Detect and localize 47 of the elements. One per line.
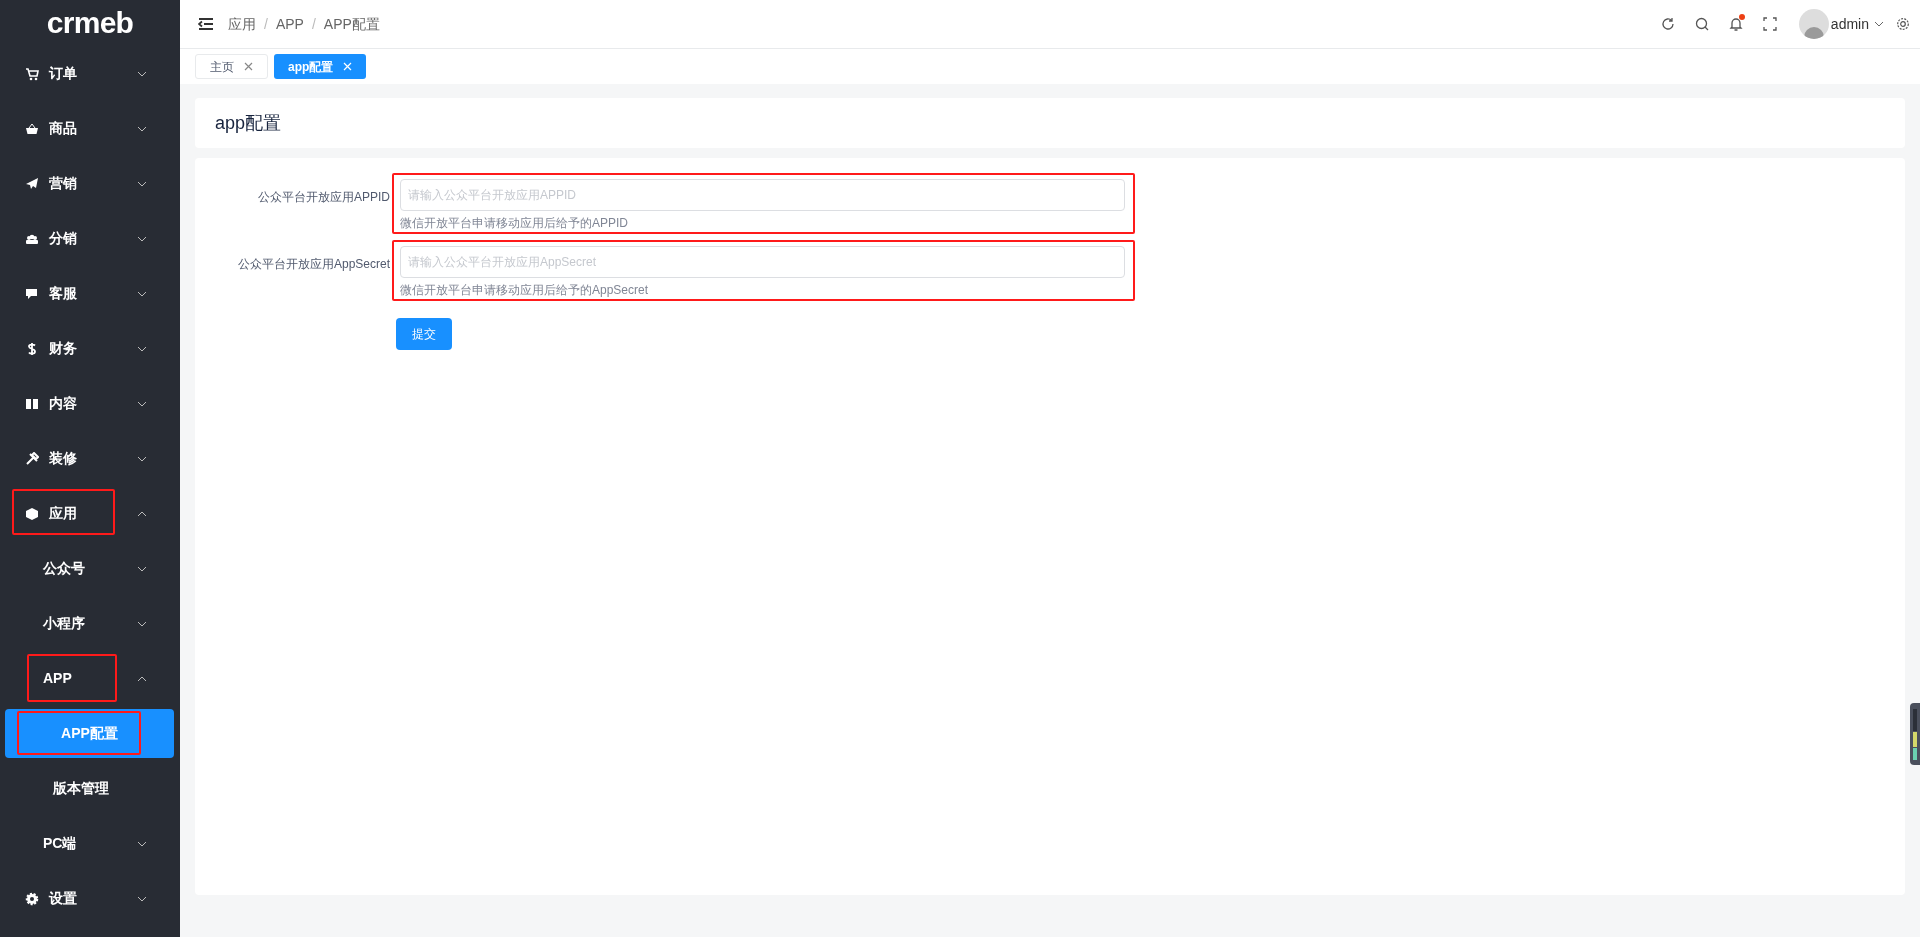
menu-item[interactable]: 装修 (49, 448, 77, 469)
breadcrumb-item: APP配置 (323, 14, 380, 34)
cart-icon (25, 66, 39, 81)
gear-icon (25, 891, 39, 906)
close-icon[interactable] (244, 62, 253, 71)
username[interactable]: admin (1830, 13, 1869, 35)
page-title: app配置 (215, 111, 282, 135)
submenu-item[interactable]: 小程序 (43, 613, 85, 634)
menu-icon[interactable] (198, 17, 214, 31)
menu-item[interactable]: 设置 (49, 888, 77, 909)
settings-icon[interactable] (1896, 17, 1910, 31)
field-hint: 微信开放平台申请移动应用后给予的APPID (400, 215, 629, 232)
breadcrumb-item[interactable]: APP (275, 13, 304, 35)
menu-item[interactable]: 商品 (49, 118, 77, 139)
breadcrumb-item[interactable]: 应用 (228, 13, 256, 35)
bell-icon[interactable] (1728, 16, 1743, 32)
tools-icon (25, 451, 39, 466)
menu-item[interactable]: 订单 (49, 63, 77, 84)
chat-icon (25, 286, 39, 301)
field-label: 公众平台开放应用APPID (258, 190, 390, 204)
submenu-item[interactable]: APP (43, 668, 72, 689)
menu-item[interactable]: 财务 (49, 338, 77, 359)
refresh-icon[interactable] (1660, 17, 1675, 31)
search-icon[interactable] (1694, 17, 1709, 31)
menu-item[interactable]: 客服 (49, 283, 77, 304)
dollar-icon (25, 341, 39, 356)
submenu-item[interactable]: 版本管理 (53, 778, 109, 799)
chevron-down-icon[interactable] (1874, 21, 1884, 27)
field-label: 公众平台开放应用AppSecret (237, 257, 390, 271)
submenu-item[interactable]: PC端 (43, 833, 77, 854)
cube-icon (25, 506, 39, 521)
menu-item[interactable]: 应用 (49, 503, 77, 524)
tab[interactable]: 主页 (195, 54, 268, 79)
field-hint: 微信开放平台申请移动应用后给予的AppSecret (400, 282, 650, 299)
menu-item[interactable]: 分销 (49, 228, 77, 249)
basket-icon (25, 121, 39, 136)
logo: crmeb (46, 8, 134, 38)
book-icon (25, 396, 39, 411)
menu-item[interactable]: 内容 (49, 393, 77, 414)
menu-item[interactable]: 营销 (49, 173, 77, 194)
avatar[interactable] (1798, 9, 1829, 39)
breadcrumb-separator: / (264, 14, 268, 34)
paper-plane-icon (25, 176, 39, 191)
breadcrumb-separator: / (311, 14, 316, 34)
level-meter-widget (1910, 703, 1920, 765)
submenu-item[interactable]: 公众号 (43, 558, 85, 579)
fullscreen-icon[interactable] (1762, 17, 1777, 31)
